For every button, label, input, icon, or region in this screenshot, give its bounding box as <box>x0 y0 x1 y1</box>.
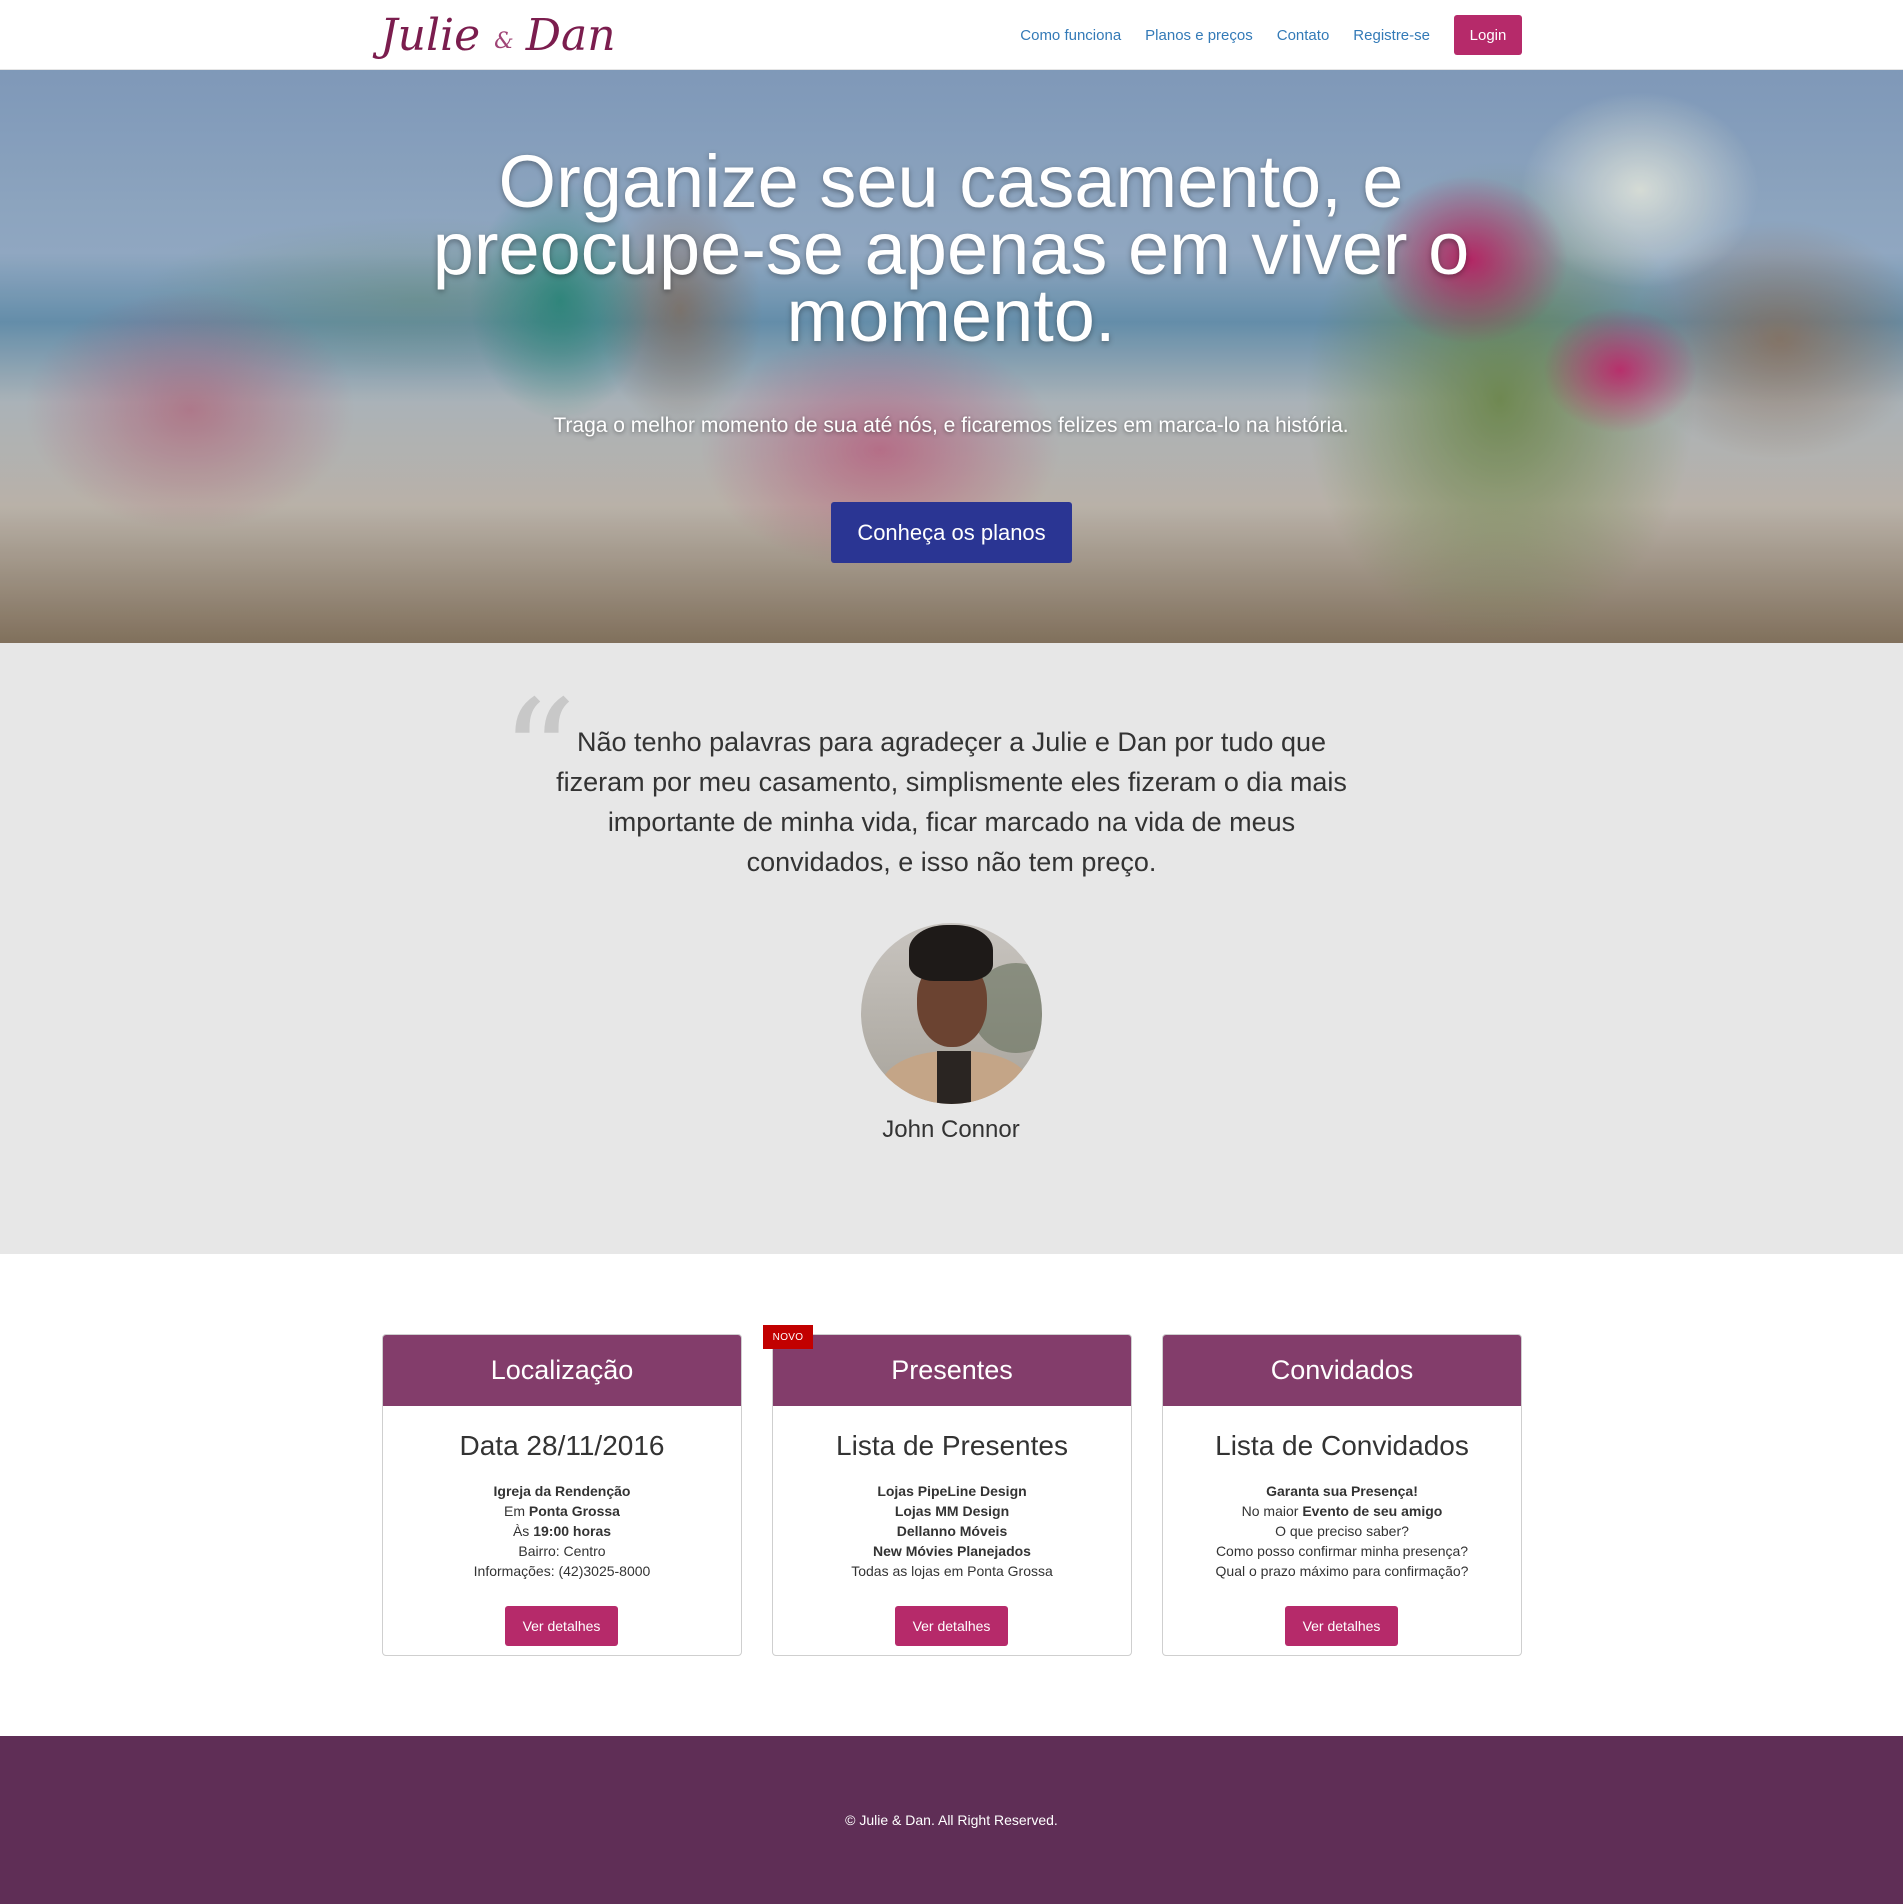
card-localizacao: Localização Data 28/11/2016 Igreja da Re… <box>382 1334 742 1656</box>
card-header: Presentes <box>773 1335 1131 1406</box>
testimonial-quote: Não tenho palavras para agradeçer a Juli… <box>556 727 1347 877</box>
card-line: Igreja da Rendenção <box>493 1483 631 1499</box>
card-line: Lojas MM Design <box>894 1503 1010 1519</box>
login-button[interactable]: Login <box>1454 15 1522 55</box>
card-presentes: NOVO Presentes Lista de Presentes Lojas … <box>763 1325 1132 1656</box>
card-details: Igreja da Rendenção Em Ponta Grossa Às 1… <box>383 1481 741 1581</box>
card-line: Às 19:00 horas <box>512 1523 612 1539</box>
card-title: Data 28/11/2016 <box>459 1430 665 1461</box>
nav-link-como-funciona[interactable]: Como funciona <box>1020 27 1121 44</box>
card-line: Lojas PipeLine Design <box>877 1483 1027 1499</box>
card-line: Dellanno Móveis <box>896 1523 1008 1539</box>
hero-subtitle: Traga o melhor momento de sua até nós, e… <box>553 414 1349 437</box>
main-nav: Como funciona Planos e preços Contato Re… <box>996 15 1522 55</box>
card-line: No maior Evento de seu amigo <box>1241 1503 1443 1519</box>
card-details: Lojas PipeLine Design Lojas MM Design De… <box>773 1481 1131 1581</box>
footer: © Julie & Dan. All Right Reserved. <box>0 1736 1903 1904</box>
see-plans-button[interactable]: Conheça os planos <box>831 502 1072 563</box>
nav-link-registre-se[interactable]: Registre-se <box>1353 27 1430 44</box>
details-button-convidados[interactable]: Ver detalhes <box>1285 1606 1398 1646</box>
card-title: Lista de Presentes <box>836 1430 1068 1461</box>
brand-first: Julie <box>380 9 481 61</box>
navbar: Julie & Dan Como funciona Planos e preço… <box>0 0 1903 70</box>
details-button-presentes[interactable]: Ver detalhes <box>895 1606 1008 1646</box>
testimonial-section: “ Não tenho palavras para agradeçer a Ju… <box>0 643 1903 1254</box>
brand-ampersand: & <box>494 28 514 54</box>
card-line: Informações: (42)3025-8000 <box>473 1563 651 1579</box>
card-header: Localização <box>383 1335 741 1406</box>
nav-link-contato[interactable]: Contato <box>1277 27 1330 44</box>
card-line: Como posso confirmar minha presença? <box>1215 1543 1469 1559</box>
card-details: Garanta sua Presença! No maior Evento de… <box>1163 1481 1521 1581</box>
nav-link-planos[interactable]: Planos e preços <box>1145 27 1253 44</box>
new-badge: NOVO <box>763 1325 813 1349</box>
testimonial-avatar <box>861 923 1042 1104</box>
card-line: Todas as lojas em Ponta Grossa <box>851 1563 1053 1579</box>
card-line: Em Ponta Grossa <box>504 1503 620 1519</box>
card-convidados: Convidados Lista de Convidados Garanta s… <box>1162 1334 1522 1656</box>
brand-second: Dan <box>525 9 616 61</box>
brand-logo[interactable]: Julie & Dan <box>380 4 616 66</box>
card-title: Lista de Convidados <box>1215 1430 1469 1461</box>
details-button-localizacao[interactable]: Ver detalhes <box>505 1606 618 1646</box>
card-line: Qual o prazo máximo para confirmação? <box>1215 1563 1469 1579</box>
card-line: Garanta sua Presença! <box>1266 1483 1418 1499</box>
card-line: New Móvies Planejados <box>873 1543 1031 1559</box>
card-line: Bairro: Centro <box>518 1543 606 1559</box>
card-header: Convidados <box>1163 1335 1521 1406</box>
avatar-hair <box>909 925 993 981</box>
hero-title: Organize seu casamento, e preocupe-se ap… <box>432 140 1470 357</box>
footer-copyright: © Julie & Dan. All Right Reserved. <box>845 1812 1058 1828</box>
avatar-shirt <box>937 1051 971 1104</box>
testimonial-author: John Connor <box>882 1116 1020 1143</box>
hero-banner: Organize seu casamento, e preocupe-se ap… <box>0 70 1903 643</box>
card-line: O que preciso saber? <box>1275 1523 1409 1539</box>
